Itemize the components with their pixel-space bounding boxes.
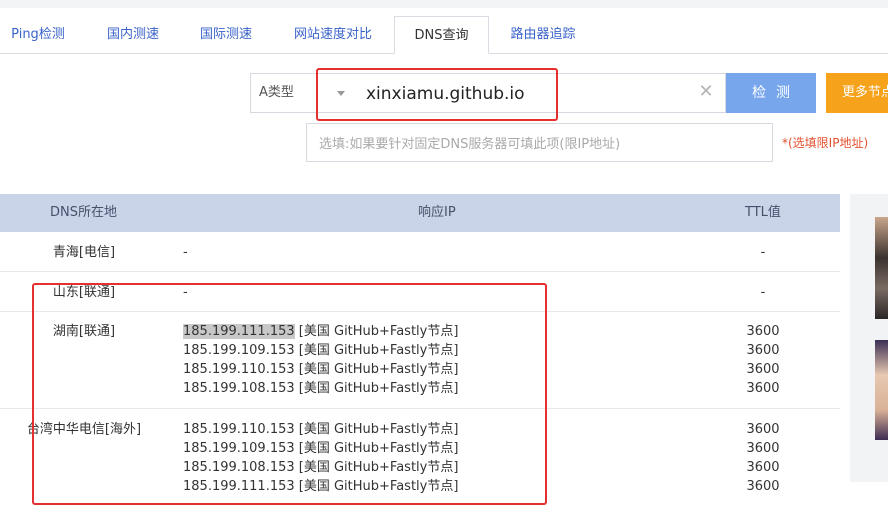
- results-table-header: DNS所在地 响应IP TTL值: [0, 194, 840, 232]
- close-icon[interactable]: ✕: [696, 82, 716, 102]
- dns-server-input[interactable]: [317, 132, 761, 156]
- row-ttl: 3600: [746, 441, 780, 456]
- ad-image[interactable]: [875, 217, 888, 319]
- header-location: DNS所在地: [50, 205, 117, 220]
- annotation-box-domain: [316, 68, 558, 121]
- tab-dns-query[interactable]: DNS查询: [394, 16, 489, 54]
- tab-traceroute[interactable]: 路由器追踪: [498, 16, 588, 53]
- row-location: 青海[电信]: [52, 245, 116, 260]
- dns-server-field[interactable]: [306, 123, 773, 162]
- tab-domestic-speed[interactable]: 国内测速: [93, 16, 173, 53]
- tab-site-compare[interactable]: 网站速度对比: [282, 16, 384, 53]
- header-ip: 响应IP: [418, 205, 456, 220]
- tool-tabs: Ping检测 国内测速 国际测速 网站速度对比 DNS查询 路由器追踪: [0, 16, 888, 54]
- check-button[interactable]: 检测: [726, 73, 816, 113]
- row-ttl: 3600: [746, 381, 780, 396]
- row-ttl: -: [760, 245, 766, 260]
- row-ttl: 3600: [746, 479, 780, 494]
- tab-ping[interactable]: Ping检测: [0, 16, 76, 53]
- dns-server-hint: *(选填限IP地址): [782, 136, 869, 150]
- row-ttl: 3600: [746, 343, 780, 358]
- header-ttl: TTL值: [745, 205, 781, 220]
- row-ttl: 3600: [746, 324, 780, 339]
- record-type-value: A类型: [259, 85, 294, 100]
- top-strip: [0, 0, 888, 8]
- more-nodes-button[interactable]: 更多节点: [826, 73, 888, 113]
- row-ttl: 3600: [746, 422, 780, 437]
- table-row: 青海[电信] - -: [0, 232, 840, 272]
- row-ttl: -: [760, 285, 766, 300]
- ad-image[interactable]: [875, 340, 888, 440]
- row-ttl: 3600: [746, 362, 780, 377]
- tab-international-speed[interactable]: 国际测速: [186, 16, 266, 53]
- annotation-box-results: [32, 283, 547, 505]
- row-ttl: 3600: [746, 460, 780, 475]
- row-ip: -: [183, 245, 188, 260]
